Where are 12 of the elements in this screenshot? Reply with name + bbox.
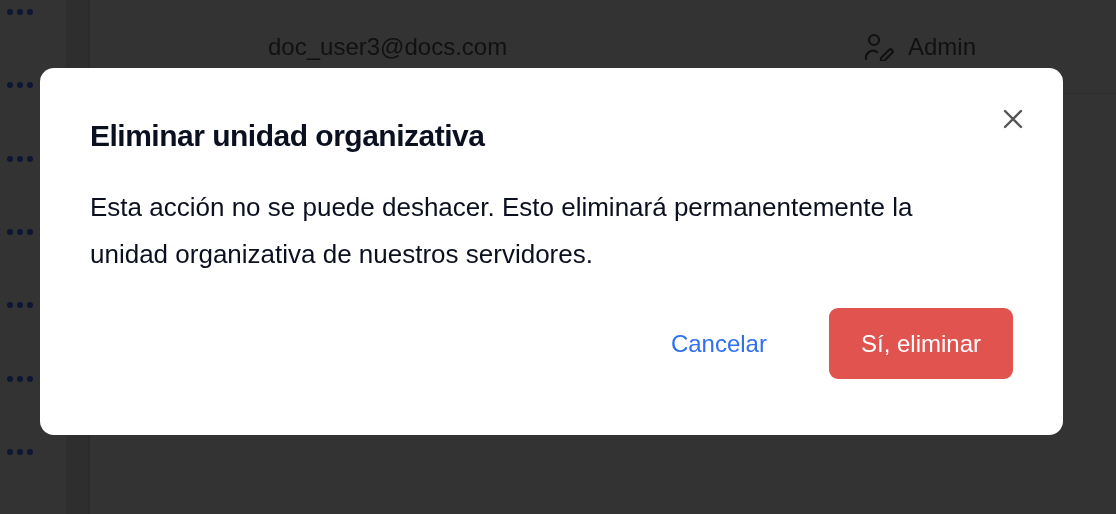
more-icon[interactable]	[6, 374, 34, 383]
dialog-message: Esta acción no se puede deshacer. Esto eliminará permanentemente la unidad organizativa de nuestros servidores.	[90, 191, 914, 271]
delete-button[interactable]: Sí, eliminar	[828, 308, 1013, 379]
more-icon[interactable]	[6, 448, 34, 457]
more-icon[interactable]	[6, 7, 34, 16]
user-edit-icon	[863, 32, 894, 61]
cancel-link[interactable]: Cancelar	[670, 325, 767, 362]
dialog-title: Eliminar unidad organizativa	[90, 118, 486, 154]
more-icon[interactable]	[6, 228, 34, 237]
more-icon[interactable]	[6, 154, 34, 163]
more-icon[interactable]	[6, 81, 34, 90]
more-icon[interactable]	[6, 301, 34, 310]
